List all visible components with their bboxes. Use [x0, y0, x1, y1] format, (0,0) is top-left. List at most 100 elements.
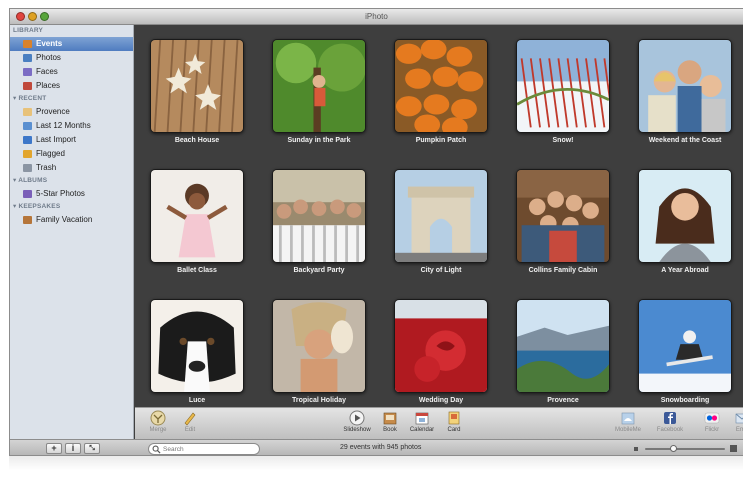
- event-thumbnail[interactable]: [516, 299, 610, 393]
- calendar-button[interactable]: Calendar: [405, 410, 439, 438]
- sidebar-item-provence[interactable]: Provence: [10, 105, 133, 119]
- sidebar-item-last-import[interactable]: Last Import: [10, 133, 133, 147]
- import-icon: [23, 136, 32, 144]
- section-header-albums: ▾ ALBUMS: [13, 177, 48, 184]
- book-button[interactable]: Book: [373, 410, 407, 438]
- event-title: Luce: [188, 397, 206, 404]
- large-thumb-icon: [730, 445, 737, 452]
- mobileme-icon: [611, 410, 645, 426]
- sidebar-item-trash[interactable]: Trash: [10, 161, 133, 175]
- event-backyard-party[interactable]: Backyard Party: [262, 169, 372, 289]
- event-title: Beach House: [174, 137, 220, 144]
- event-luce[interactable]: Luce: [140, 299, 250, 407]
- event-thumbnail[interactable]: [638, 39, 732, 133]
- event-city-of-light[interactable]: City of Light: [384, 169, 494, 289]
- event-sunday-in-the-park[interactable]: Sunday in the Park: [262, 39, 372, 159]
- info-button[interactable]: i: [65, 443, 81, 454]
- fullscreen-button[interactable]: ⤡: [84, 443, 100, 454]
- event-ballet-class[interactable]: Ballet Class: [140, 169, 250, 289]
- mobileme-button[interactable]: MobileMe: [611, 410, 645, 438]
- event-title: City of Light: [420, 267, 462, 274]
- sidebar-item-last-12-months[interactable]: Last 12 Months: [10, 119, 133, 133]
- status-bar: + i ⤡ 29 events with 945 photos: [10, 439, 743, 455]
- event-thumbnail[interactable]: [272, 299, 366, 393]
- sidebar-item-faces[interactable]: Faces: [10, 65, 133, 79]
- zoom-slider[interactable]: [645, 445, 725, 452]
- events-grid: Beach House Sunday in the Park Pumpkin Pat…: [135, 25, 743, 407]
- small-thumb-icon: [634, 447, 638, 451]
- sidebar-item-places[interactable]: Places: [10, 79, 133, 93]
- ema-button[interactable]: Ema: [725, 410, 743, 438]
- sidebar-item-label: Places: [36, 81, 61, 90]
- event-title: Tropical Holiday: [291, 397, 347, 404]
- event-thumbnail[interactable]: [516, 39, 610, 133]
- window-reflection: [9, 456, 743, 481]
- toolbar-label: Card: [447, 427, 461, 433]
- source-list: LIBRARY Events Photos Faces Places ▾ RECENT Pr…: [10, 25, 134, 439]
- title-bar: iPhoto: [10, 9, 743, 25]
- search-icon: [152, 445, 161, 454]
- event-pumpkin-patch[interactable]: Pumpkin Patch: [384, 39, 494, 159]
- event-a-year-abroad[interactable]: A Year Abroad: [628, 169, 738, 289]
- event-thumbnail[interactable]: [516, 169, 610, 263]
- pencil-icon: [173, 410, 207, 426]
- event-thumbnail[interactable]: [394, 39, 488, 133]
- toolbar-label: Flickr: [704, 427, 720, 433]
- event-icon: [23, 108, 32, 116]
- toolbar-label: Facebook: [656, 427, 684, 433]
- edit-button[interactable]: Edit: [173, 410, 207, 438]
- sidebar-item-label: Family Vacation: [36, 215, 93, 224]
- merge-button[interactable]: Merge: [141, 410, 175, 438]
- slideshow-button[interactable]: Slideshow: [340, 410, 374, 438]
- event-thumbnail[interactable]: [150, 299, 244, 393]
- book-icon: [373, 410, 407, 426]
- sidebar-item-5-star-photos[interactable]: 5-Star Photos: [10, 187, 133, 201]
- event-thumbnail[interactable]: [394, 299, 488, 393]
- toolbar-label: Slideshow: [343, 427, 371, 433]
- event-collins-family-cabin[interactable]: Collins Family Cabin: [506, 169, 616, 289]
- event-wedding-day[interactable]: Wedding Day: [384, 299, 494, 407]
- window-title: iPhoto: [365, 12, 388, 21]
- event-thumbnail[interactable]: [272, 169, 366, 263]
- sidebar-item-label: Flagged: [36, 149, 65, 158]
- event-thumbnail[interactable]: [150, 39, 244, 133]
- event-thumbnail[interactable]: [394, 169, 488, 263]
- event-title: Snowboarding: [660, 397, 710, 404]
- flickr-button[interactable]: Flickr: [695, 410, 729, 438]
- event-tropical-holiday[interactable]: Tropical Holiday: [262, 299, 372, 407]
- facebook-button[interactable]: Facebook: [653, 410, 687, 438]
- sidebar-item-photos[interactable]: Photos: [10, 51, 133, 65]
- card-button[interactable]: Card: [437, 410, 471, 438]
- facebook-icon: [653, 410, 687, 426]
- sidebar-item-events[interactable]: Events: [10, 37, 133, 51]
- event-snow[interactable]: Snow!: [506, 39, 616, 159]
- card-icon: [437, 410, 471, 426]
- event-beach-house[interactable]: Beach House: [140, 39, 250, 159]
- search-input[interactable]: [163, 444, 257, 454]
- sidebar-item-label: Photos: [36, 53, 61, 62]
- flag-icon: [23, 150, 32, 158]
- zoom-slider-knob[interactable]: [669, 445, 677, 452]
- add-button[interactable]: +: [46, 443, 62, 454]
- event-thumbnail[interactable]: [638, 169, 732, 263]
- toolbar-label: Edit: [184, 427, 196, 433]
- sidebar-item-flagged[interactable]: Flagged: [10, 147, 133, 161]
- trash-icon: [23, 164, 32, 172]
- event-provence[interactable]: Provence: [506, 299, 616, 407]
- event-weekend-at-the-coast[interactable]: Weekend at the Coast: [628, 39, 738, 159]
- event-thumbnail[interactable]: [272, 39, 366, 133]
- calendar-icon: [23, 122, 32, 130]
- search-field[interactable]: [148, 443, 260, 455]
- play-icon: [340, 410, 374, 426]
- event-snowboarding[interactable]: Snowboarding: [628, 299, 738, 407]
- photo-count-label: 29 events with 945 photos: [340, 444, 422, 451]
- event-thumbnail[interactable]: [150, 169, 244, 263]
- bottom-toolbar: Merge Edit Slideshow Book Calendar Card Mobile…: [135, 407, 743, 439]
- event-thumbnail[interactable]: [638, 299, 732, 393]
- email-icon: [725, 410, 743, 426]
- event-title: Weekend at the Coast: [648, 137, 722, 144]
- places-icon: [23, 82, 32, 90]
- faces-icon: [23, 68, 32, 76]
- iphoto-window: iPhoto LIBRARY Events Photos Faces Places ▾ R…: [9, 8, 743, 456]
- sidebar-item-family-vacation[interactable]: Family Vacation: [10, 213, 133, 227]
